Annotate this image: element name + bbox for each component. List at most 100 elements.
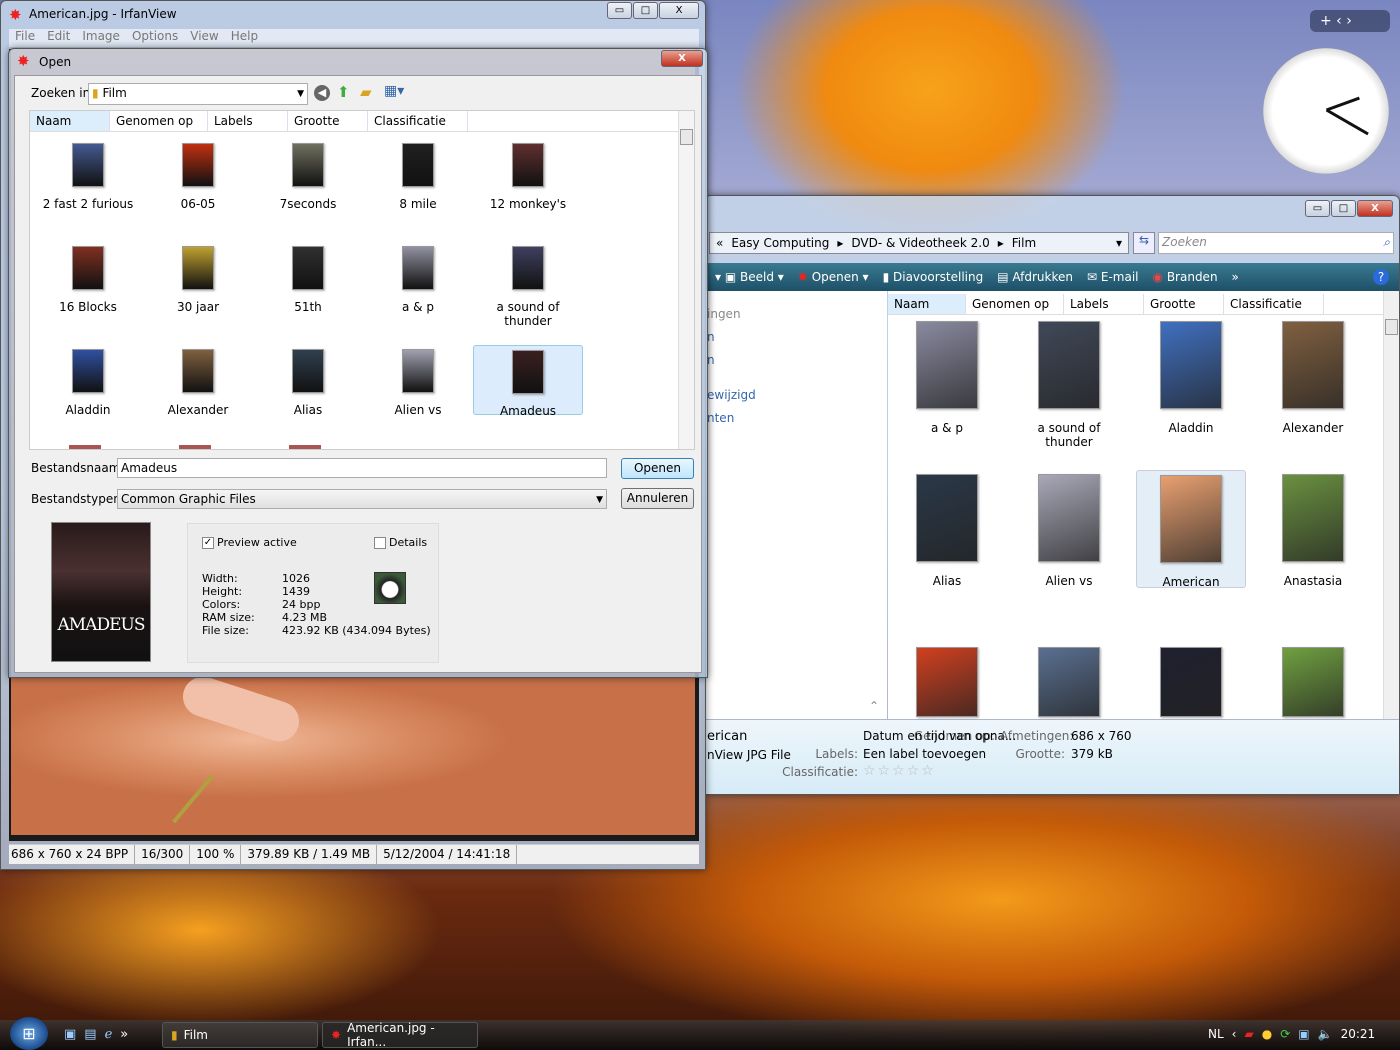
details-checkbox[interactable]: Details xyxy=(374,536,427,549)
taken-value[interactable]: Datum en tijd van opna... xyxy=(863,729,1016,743)
look-in-select[interactable]: ▮ Film ▼ xyxy=(88,83,308,105)
col-class[interactable]: Classificatie xyxy=(368,111,468,131)
breadcrumb-item[interactable]: Easy Computing xyxy=(731,236,829,250)
close-button[interactable]: X xyxy=(1357,200,1393,217)
open-button[interactable]: Openen xyxy=(621,458,694,479)
rating-stars[interactable]: ☆☆☆☆☆ xyxy=(863,763,936,779)
nav-item[interactable]: ingen xyxy=(707,303,885,326)
col-genomen[interactable]: Genomen op xyxy=(110,111,208,131)
nav-item[interactable]: nten xyxy=(707,407,885,430)
nav-item[interactable]: ewijzigd xyxy=(707,384,885,407)
file-item[interactable]: Alexander xyxy=(1258,317,1368,435)
col-labels[interactable]: Labels xyxy=(1064,294,1144,314)
file-item[interactable]: Alias xyxy=(253,345,363,417)
minimize-button[interactable]: ▭ xyxy=(1305,200,1330,217)
file-item[interactable]: Anastasia xyxy=(1258,470,1368,588)
ati-icon[interactable]: ▰ xyxy=(1244,1027,1253,1041)
scrollbar[interactable] xyxy=(678,111,694,449)
ie-icon[interactable]: ℯ xyxy=(105,1027,113,1042)
menu-file[interactable]: File xyxy=(15,29,35,47)
language-indicator[interactable]: NL xyxy=(1208,1027,1224,1041)
preview-active-checkbox[interactable]: ✓ Preview active xyxy=(202,536,297,549)
up-folder-icon[interactable]: ⬆ xyxy=(337,83,350,101)
maximize-button[interactable]: □ xyxy=(633,2,658,19)
file-item[interactable]: 30 jaar xyxy=(143,242,253,314)
new-folder-icon[interactable]: ▰ xyxy=(360,83,372,101)
more-icon[interactable]: » xyxy=(120,1027,128,1042)
back-icon[interactable]: ◀ xyxy=(314,85,330,101)
col-grootte[interactable]: Grootte xyxy=(288,111,368,131)
menu-edit[interactable]: Edit xyxy=(47,29,70,47)
file-item[interactable]: 7seconds xyxy=(253,139,363,211)
view-menu-icon[interactable]: ▦▾ xyxy=(384,83,404,99)
file-thumbnail xyxy=(916,474,978,562)
file-item[interactable]: 06-05 xyxy=(143,139,253,211)
file-item[interactable]: Alexander xyxy=(143,345,253,417)
more-icon[interactable]: » xyxy=(1232,270,1239,284)
file-item[interactable]: Alien vs xyxy=(1014,470,1124,588)
file-item[interactable]: a & p xyxy=(363,242,473,314)
col-naam[interactable]: Naam xyxy=(30,111,110,131)
menu-view[interactable]: View xyxy=(190,29,218,47)
file-item[interactable]: a sound of thunder xyxy=(473,242,583,328)
col-labels[interactable]: Labels xyxy=(208,111,288,131)
labels-value[interactable]: Een label toevoegen xyxy=(863,747,986,761)
start-button[interactable]: ⊞ xyxy=(10,1017,48,1050)
breadcrumb-item[interactable]: Film xyxy=(1012,236,1036,250)
maximize-button[interactable]: □ xyxy=(1331,200,1356,217)
chevron-left-icon[interactable]: ‹ xyxy=(1232,1027,1237,1041)
nav-item[interactable]: n xyxy=(707,326,885,349)
file-item[interactable]: Aladdin xyxy=(1136,317,1246,435)
filename-input[interactable]: Amadeus xyxy=(117,458,607,478)
search-input[interactable]: Zoeken ⌕ xyxy=(1158,232,1394,254)
menu-image[interactable]: Image xyxy=(82,29,120,47)
file-item[interactable]: 12 monkey's xyxy=(473,139,583,211)
sync-icon[interactable]: ⟳ xyxy=(1280,1027,1290,1041)
gadget-toolbar[interactable]: + ‹ › xyxy=(1310,10,1390,32)
collapse-icon[interactable]: ⌃ xyxy=(869,695,879,718)
filetype-select[interactable]: Common Graphic Files ▼ xyxy=(117,489,607,509)
col-grootte[interactable]: Grootte xyxy=(1144,294,1224,314)
menu-options[interactable]: Options xyxy=(132,29,178,47)
network-icon[interactable]: ▣ xyxy=(1298,1027,1309,1041)
menu-help[interactable]: Help xyxy=(231,29,258,47)
help-icon[interactable]: ? xyxy=(1373,269,1389,285)
file-item[interactable]: 8 mile xyxy=(363,139,473,211)
taskbar-item-film[interactable]: ▮ Film xyxy=(162,1022,318,1048)
show-desktop-icon[interactable]: ▣ xyxy=(64,1027,76,1042)
switch-windows-icon[interactable]: ▤ xyxy=(84,1027,96,1042)
file-item[interactable]: Alias xyxy=(892,470,1002,588)
col-genomen[interactable]: Genomen op xyxy=(966,294,1064,314)
cancel-button[interactable]: Annuleren xyxy=(621,488,694,509)
toolbar-openen[interactable]: ✸ Openen ▾ xyxy=(798,270,869,284)
taskbar-item-irfanview[interactable]: ✸ American.jpg - Irfan... xyxy=(322,1021,478,1049)
clock-time[interactable]: 20:21 xyxy=(1341,1027,1376,1041)
file-item[interactable]: a & p xyxy=(892,317,1002,435)
file-item[interactable]: Alien vs xyxy=(363,345,473,417)
toolbar-email[interactable]: ✉ E-mail xyxy=(1087,270,1139,284)
toolbar-print[interactable]: ▤ Afdrukken xyxy=(997,270,1073,284)
col-class[interactable]: Classificatie xyxy=(1224,294,1324,314)
breadcrumb-item[interactable]: DVD- & Videotheek 2.0 xyxy=(851,236,989,250)
file-item[interactable]: a sound of thunder xyxy=(1014,317,1124,449)
update-icon[interactable]: ● xyxy=(1262,1027,1272,1041)
toolbar-beeld[interactable]: ▾ ▣ Beeld ▾ xyxy=(715,270,784,284)
nav-item[interactable]: n xyxy=(707,349,885,372)
file-item[interactable]: Amadeus xyxy=(473,345,583,418)
file-item[interactable]: American xyxy=(1136,470,1246,589)
toolbar-slideshow[interactable]: ▮ Diavoorstelling xyxy=(883,270,984,284)
dialog-close-button[interactable]: X xyxy=(661,50,703,67)
file-item[interactable]: Aladdin xyxy=(33,345,143,417)
minimize-button[interactable]: ▭ xyxy=(607,2,632,19)
volume-icon[interactable]: 🔈 xyxy=(1318,1027,1333,1041)
file-item[interactable]: 51th xyxy=(253,242,363,314)
toolbar-burn[interactable]: ◉ Branden xyxy=(1153,270,1218,284)
address-bar[interactable]: «Easy Computing ▸ DVD- & Videotheek 2.0 ▸ Fi… xyxy=(709,232,1129,254)
file-name: 51th xyxy=(294,300,322,314)
file-item[interactable]: 2 fast 2 furious xyxy=(33,139,143,211)
col-naam[interactable]: Naam xyxy=(888,294,966,314)
file-item[interactable]: 16 Blocks xyxy=(33,242,143,314)
refresh-button[interactable]: ⇆ xyxy=(1133,232,1155,254)
close-button[interactable]: X xyxy=(659,2,699,19)
scrollbar[interactable] xyxy=(1383,291,1399,719)
